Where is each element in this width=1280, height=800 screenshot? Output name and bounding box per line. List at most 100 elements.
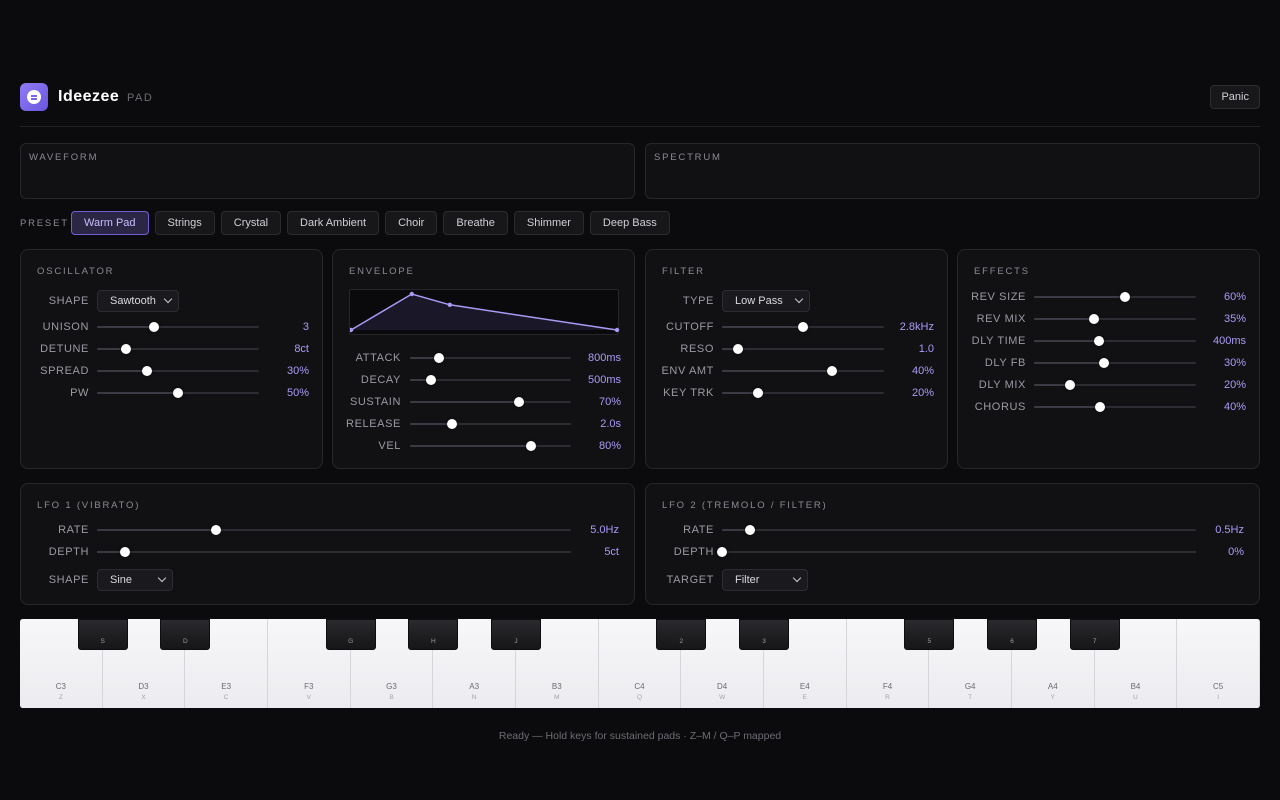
- key-note-label: F4: [882, 682, 893, 691]
- envelope-slider-knob[interactable]: [514, 397, 525, 407]
- preset-button[interactable]: Strings: [154, 211, 215, 235]
- preset-button[interactable]: Choir: [385, 211, 438, 235]
- effects-slider-knob[interactable]: [1095, 402, 1106, 412]
- effects-param-row: DLY MIX 20%: [958, 378, 1261, 392]
- effects-slider-knob[interactable]: [1088, 314, 1099, 324]
- filter-slider-knob[interactable]: [733, 344, 744, 354]
- black-key[interactable]: S: [77, 619, 128, 650]
- envelope-slider[interactable]: [410, 375, 571, 385]
- envelope-param-label: VEL: [378, 440, 401, 452]
- logo-icon: [27, 90, 41, 104]
- lfo1-title: LFO 1 (VIBRATO): [37, 500, 141, 511]
- key-note-label: E3: [221, 682, 232, 691]
- effects-title: EFFECTS: [974, 266, 1030, 277]
- preset-button[interactable]: Breathe: [443, 211, 508, 235]
- preset-button[interactable]: Crystal: [220, 211, 282, 235]
- filter-param-value: 2.8kHz: [899, 321, 934, 333]
- lfo2-slider-knob[interactable]: [745, 525, 756, 535]
- preset-button[interactable]: Dark Ambient: [287, 211, 380, 235]
- preset-button[interactable]: Shimmer: [513, 211, 584, 235]
- black-key[interactable]: J: [491, 619, 541, 650]
- lfo1-shape-select[interactable]: Sine: [97, 569, 173, 591]
- oscillator-slider-knob[interactable]: [173, 388, 183, 398]
- oscillator-slider[interactable]: [97, 366, 259, 376]
- filter-slider-knob[interactable]: [752, 388, 763, 398]
- envelope-point[interactable]: [614, 327, 620, 333]
- lfo1-param-row: RATE 5.0Hz: [21, 523, 636, 537]
- envelope-slider[interactable]: [410, 419, 571, 429]
- envelope-slider[interactable]: [410, 353, 571, 363]
- envelope-slider-fill: [410, 423, 452, 425]
- effects-slider-knob[interactable]: [1093, 336, 1104, 346]
- envelope-param-value: 500ms: [587, 374, 621, 386]
- lfo1-slider-knob[interactable]: [210, 525, 221, 535]
- filter-type-row: TYPE Low Pass: [646, 290, 949, 312]
- oscillator-slider[interactable]: [97, 344, 259, 354]
- oscillator-slider-knob[interactable]: [121, 344, 132, 354]
- filter-slider[interactable]: [722, 322, 884, 332]
- effects-slider[interactable]: [1034, 402, 1196, 412]
- lfo2-slider-knob[interactable]: [717, 547, 727, 557]
- oscillator-slider-knob[interactable]: [142, 366, 153, 376]
- effects-slider[interactable]: [1034, 314, 1196, 324]
- filter-slider[interactable]: [722, 366, 884, 376]
- effects-slider[interactable]: [1034, 380, 1196, 390]
- effects-slider-knob[interactable]: [1064, 380, 1075, 390]
- envelope-slider-knob[interactable]: [425, 375, 436, 385]
- spectrum-label: SPECTRUM: [654, 152, 722, 163]
- oscillator-param-row: PW 50%: [21, 386, 324, 400]
- effects-slider[interactable]: [1034, 336, 1196, 346]
- effects-slider[interactable]: [1034, 292, 1196, 302]
- lfo2-target-select[interactable]: Filter: [722, 569, 808, 591]
- black-key[interactable]: 6: [987, 619, 1037, 650]
- filter-title: FILTER: [662, 266, 705, 277]
- filter-slider-knob[interactable]: [827, 366, 838, 376]
- osc-shape-select[interactable]: Sawtooth: [97, 290, 179, 312]
- envelope-point[interactable]: [447, 302, 452, 307]
- lfo1-slider[interactable]: [97, 525, 571, 535]
- spectrum-panel: SPECTRUM: [645, 143, 1260, 199]
- envelope-slider-knob[interactable]: [525, 441, 536, 451]
- oscillator-slider-knob[interactable]: [148, 322, 159, 332]
- filter-slider[interactable]: [722, 388, 884, 398]
- envelope-point[interactable]: [409, 291, 414, 297]
- envelope-panel: ENVELOPE ATTACK 800ms DECAY 500ms SUSTAIN 70%…: [332, 249, 635, 469]
- panic-button[interactable]: Panic: [1210, 85, 1260, 109]
- black-key[interactable]: 3: [739, 619, 789, 650]
- effects-slider[interactable]: [1034, 358, 1196, 368]
- preset-button[interactable]: Warm Pad: [71, 211, 149, 235]
- oscillator-slider[interactable]: [97, 388, 259, 398]
- filter-type-select[interactable]: Low Pass: [722, 290, 810, 312]
- lfo2-panel: LFO 2 (TREMOLO / FILTER) TARGET Filter R…: [645, 483, 1260, 605]
- filter-type-label: TYPE: [682, 295, 714, 307]
- black-key[interactable]: 5: [904, 619, 955, 650]
- envelope-slider-knob[interactable]: [446, 419, 457, 429]
- black-key[interactable]: H: [408, 619, 459, 650]
- lfo2-slider[interactable]: [722, 525, 1196, 535]
- lfo1-slider-knob[interactable]: [120, 547, 131, 557]
- envelope-slider[interactable]: [410, 441, 571, 451]
- lfo2-target-value: Filter: [735, 574, 760, 586]
- oscillator-slider[interactable]: [97, 322, 259, 332]
- effects-slider-fill: [1034, 406, 1101, 408]
- preset-button[interactable]: Deep Bass: [589, 211, 670, 235]
- black-key[interactable]: D: [160, 619, 211, 650]
- envelope-slider-knob[interactable]: [433, 353, 444, 363]
- chevron-down-icon: [157, 573, 167, 583]
- effects-slider-fill: [1034, 362, 1104, 364]
- effects-param-row: DLY FB 30%: [958, 356, 1261, 370]
- effects-slider-knob[interactable]: [1098, 358, 1109, 368]
- envelope-slider[interactable]: [410, 397, 571, 407]
- black-key[interactable]: 2: [656, 619, 707, 650]
- key-note-label: B4: [1130, 682, 1141, 691]
- filter-slider-knob[interactable]: [798, 322, 808, 332]
- lfo1-slider[interactable]: [97, 547, 571, 557]
- key-shortcut-label: W: [719, 694, 726, 701]
- lfo2-slider[interactable]: [717, 547, 1196, 557]
- effects-slider-knob[interactable]: [1119, 292, 1130, 302]
- black-key[interactable]: G: [325, 619, 376, 650]
- white-key[interactable]: C5 I: [1177, 619, 1260, 708]
- black-key[interactable]: 7: [1069, 619, 1120, 650]
- filter-slider[interactable]: [722, 344, 884, 354]
- app-header: Ideezee PAD Panic: [20, 83, 1260, 111]
